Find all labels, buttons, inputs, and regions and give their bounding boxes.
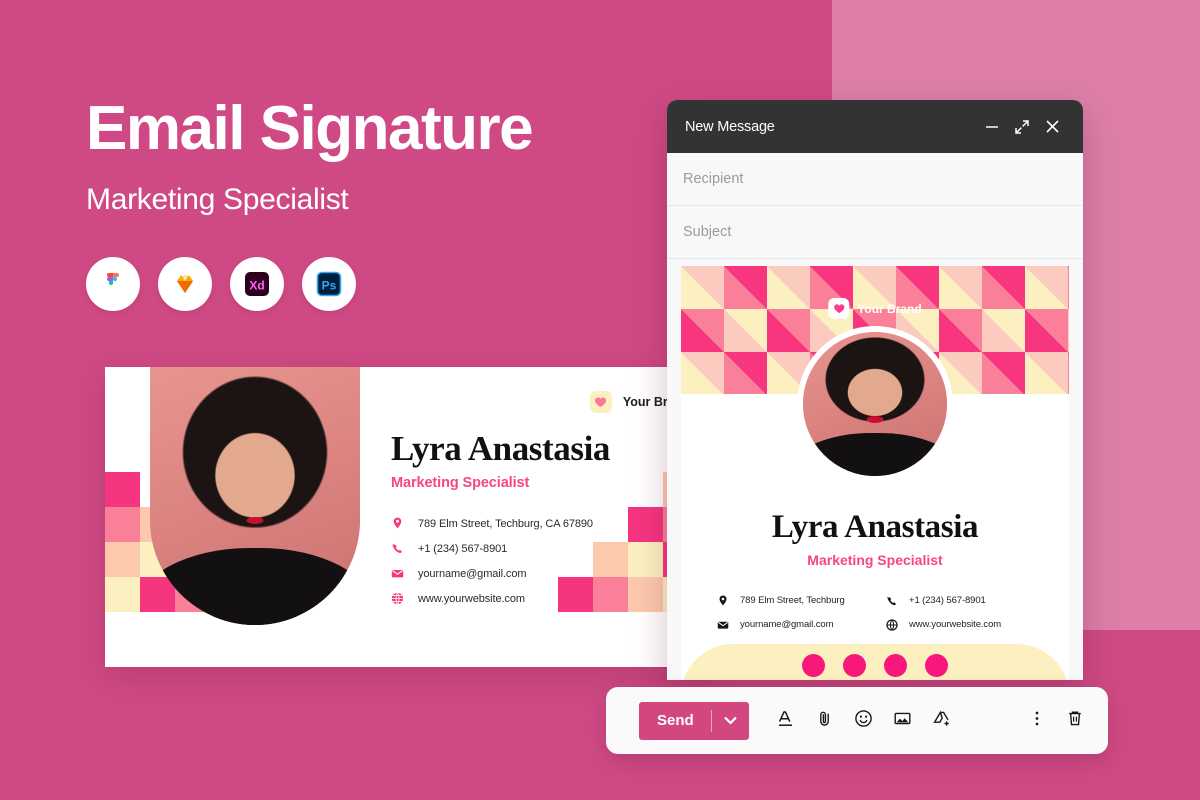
contact-row-email: yourname@gmail.com bbox=[391, 567, 691, 580]
mosaic-square bbox=[105, 577, 140, 612]
heart-icon bbox=[589, 391, 612, 413]
promo-block: Email Signature Marketing Specialist Xd … bbox=[86, 94, 646, 312]
contact-address: 789 Elm Street, Techburg, CA 67890 bbox=[418, 517, 593, 530]
heart-icon bbox=[828, 298, 850, 319]
contact-role: Marketing Specialist bbox=[391, 475, 530, 491]
envelope-icon bbox=[717, 618, 729, 630]
page-subtitle: Marketing Specialist bbox=[86, 183, 349, 217]
adobe-xd-icon: Xd bbox=[242, 269, 272, 299]
figma-icon-badge[interactable] bbox=[86, 257, 140, 312]
social-icon-3[interactable] bbox=[884, 654, 907, 677]
subject-field[interactable] bbox=[667, 206, 1083, 259]
signature-email: yourname@gmail.com bbox=[740, 618, 834, 630]
signature-name: Lyra Anastasia bbox=[771, 509, 979, 545]
insert-from-drive-button[interactable] bbox=[927, 706, 957, 736]
svg-text:Xd: Xd bbox=[249, 279, 264, 293]
send-button[interactable]: Send bbox=[639, 712, 711, 729]
signature-row-address: 789 Elm Street, Techburg bbox=[717, 594, 876, 606]
page-title: Email Signature bbox=[86, 94, 534, 163]
mosaic-square bbox=[105, 507, 140, 542]
phone-icon bbox=[886, 594, 898, 606]
contact-email: yourname@gmail.com bbox=[418, 567, 527, 580]
signature-brand-lockup: Your Brand bbox=[828, 298, 922, 319]
signature-row-phone: +1 (234) 567-8901 bbox=[886, 594, 1045, 606]
trash-icon bbox=[1066, 709, 1084, 733]
compose-window: New Message Your Brand bbox=[667, 100, 1083, 680]
minimize-button[interactable] bbox=[977, 112, 1007, 142]
signature-row-website: www.yourwebsite.com bbox=[886, 618, 1045, 631]
more-options-button[interactable] bbox=[1022, 706, 1052, 736]
globe-icon bbox=[391, 592, 404, 605]
contact-row-address: 789 Elm Street, Techburg, CA 67890 bbox=[391, 517, 691, 530]
contact-website: www.yourwebsite.com bbox=[418, 592, 525, 605]
adobe-xd-icon-badge[interactable]: Xd bbox=[230, 257, 284, 312]
envelope-icon bbox=[391, 567, 404, 580]
photoshop-icon-badge[interactable]: Ps bbox=[302, 257, 356, 312]
contact-list: 789 Elm Street, Techburg, CA 67890 +1 (2… bbox=[391, 517, 691, 605]
signature-brand-label: Your Brand bbox=[857, 301, 922, 316]
send-button-group[interactable]: Send bbox=[639, 701, 749, 740]
location-pin-icon bbox=[717, 594, 729, 606]
signature-social-footer bbox=[681, 644, 1069, 680]
contact-phone: +1 (234) 567-8901 bbox=[418, 542, 508, 555]
app-icons-row: Xd Ps bbox=[86, 257, 646, 312]
send-options-button[interactable] bbox=[712, 716, 749, 725]
toolbar-right-tools bbox=[1022, 706, 1090, 736]
sketch-icon bbox=[171, 271, 199, 297]
toolbar-tools bbox=[771, 706, 957, 736]
mosaic-square bbox=[105, 542, 140, 577]
compose-titlebar: New Message bbox=[667, 100, 1083, 153]
contact-row-phone: +1 (234) 567-8901 bbox=[391, 542, 691, 555]
sketch-icon-badge[interactable] bbox=[158, 257, 212, 312]
close-button[interactable] bbox=[1037, 112, 1067, 142]
photoshop-icon: Ps bbox=[314, 269, 344, 299]
signature-address: 789 Elm Street, Techburg bbox=[740, 594, 845, 606]
globe-icon bbox=[886, 618, 898, 631]
svg-text:Ps: Ps bbox=[322, 279, 337, 293]
emoji-smile-icon bbox=[854, 709, 873, 733]
signature-role: Marketing Specialist bbox=[807, 552, 943, 568]
phone-icon bbox=[391, 542, 404, 555]
location-pin-icon bbox=[391, 517, 404, 530]
drive-add-icon bbox=[932, 709, 952, 733]
portrait-photo bbox=[150, 367, 360, 625]
recipient-input[interactable] bbox=[683, 171, 1067, 187]
kebab-menu-icon bbox=[1034, 709, 1040, 733]
expand-button[interactable] bbox=[1007, 112, 1037, 142]
social-icon-4[interactable] bbox=[925, 654, 948, 677]
email-signature-card: Your Brand Lyra Anastasia Marketing Spec… bbox=[681, 266, 1069, 680]
compose-toolbar: Send bbox=[606, 687, 1108, 754]
social-icon-1[interactable] bbox=[802, 654, 825, 677]
underlined-a-icon bbox=[776, 709, 795, 733]
contact-name: Lyra Anastasia bbox=[391, 429, 611, 468]
contact-row-website: www.yourwebsite.com bbox=[391, 592, 691, 605]
signature-avatar bbox=[797, 326, 953, 482]
paperclip-icon bbox=[815, 709, 834, 733]
social-icon-2[interactable] bbox=[843, 654, 866, 677]
figma-icon bbox=[100, 271, 126, 297]
insert-emoji-button[interactable] bbox=[849, 706, 879, 736]
compose-window-title: New Message bbox=[685, 118, 775, 135]
recipient-field[interactable] bbox=[667, 153, 1083, 206]
format-text-button[interactable] bbox=[771, 706, 801, 736]
signature-website: www.yourwebsite.com bbox=[909, 618, 1002, 630]
mosaic-square bbox=[105, 472, 140, 507]
attach-file-button[interactable] bbox=[810, 706, 840, 736]
discard-draft-button[interactable] bbox=[1060, 706, 1090, 736]
subject-input[interactable] bbox=[683, 224, 1067, 240]
signature-row-email: yourname@gmail.com bbox=[717, 618, 876, 630]
signature-phone: +1 (234) 567-8901 bbox=[909, 594, 986, 606]
image-icon bbox=[893, 709, 912, 733]
card-details: Lyra Anastasia Marketing Specialist 789 … bbox=[391, 429, 691, 617]
business-card-preview: Your Brand Lyra Anastasia Marketing Spec… bbox=[105, 367, 708, 667]
insert-photo-button[interactable] bbox=[888, 706, 918, 736]
signature-contact-grid: 789 Elm Street, Techburg +1 (234) 567-89… bbox=[717, 594, 1045, 631]
